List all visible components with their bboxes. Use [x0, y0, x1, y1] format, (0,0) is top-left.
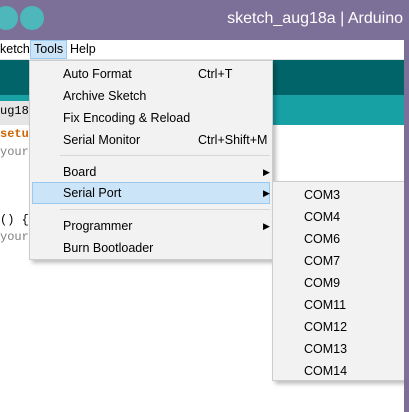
- window-border: [404, 0, 409, 412]
- menu-item-board[interactable]: Board ▶: [32, 161, 270, 183]
- menu-item-archive-sketch[interactable]: Archive Sketch: [32, 85, 270, 107]
- menu-separator: [60, 209, 270, 210]
- submenu-arrow-icon: ▶: [263, 221, 270, 231]
- menu-item-label: Auto Format: [63, 67, 132, 81]
- menu-item-auto-format[interactable]: Auto Format Ctrl+T: [32, 63, 270, 85]
- menu-item-label: Archive Sketch: [63, 89, 147, 103]
- menu-item-serial-port[interactable]: Serial Port ▶: [32, 182, 270, 204]
- code-line-3: () {: [0, 213, 29, 227]
- menu-item-label: Programmer: [63, 219, 133, 233]
- submenu-arrow-icon: ▶: [263, 167, 270, 177]
- upload-button[interactable]: [20, 6, 44, 30]
- menu-item-serial-monitor[interactable]: Serial Monitor Ctrl+Shift+M: [32, 129, 270, 151]
- port-com12[interactable]: COM12: [304, 316, 347, 338]
- port-com13[interactable]: COM13: [304, 338, 347, 360]
- menu-item-label: Fix Encoding & Reload: [63, 111, 191, 125]
- menu-sketch[interactable]: ketch: [0, 40, 30, 59]
- menu-item-shortcut: Ctrl+Shift+M: [198, 133, 268, 147]
- port-com3[interactable]: COM3: [304, 184, 340, 206]
- menu-bar: ketch Tools Help: [0, 40, 409, 60]
- serial-port-submenu: COM3 COM4 COM6 COM7 COM9 COM11 COM12 COM…: [272, 181, 407, 381]
- menu-item-label: Board: [63, 165, 97, 179]
- port-com6[interactable]: COM6: [304, 228, 340, 250]
- menu-help[interactable]: Help: [70, 40, 96, 59]
- code-line-2: your: [0, 145, 29, 159]
- submenu-arrow-icon: ▶: [263, 188, 270, 198]
- window-title: sketch_aug18a | Arduino: [227, 10, 403, 27]
- title-bar: sketch_aug18a | Arduino: [0, 0, 409, 40]
- code-line-4: your: [0, 230, 29, 244]
- port-com4[interactable]: COM4: [304, 206, 340, 228]
- port-com7[interactable]: COM7: [304, 250, 340, 272]
- menu-item-fix-encoding[interactable]: Fix Encoding & Reload: [32, 107, 270, 129]
- port-com11[interactable]: COM11: [304, 294, 346, 316]
- tools-menu: Auto Format Ctrl+T Archive Sketch Fix En…: [29, 60, 273, 260]
- menu-item-label: Serial Monitor: [63, 133, 141, 147]
- menu-separator: [60, 155, 270, 156]
- menu-item-programmer[interactable]: Programmer ▶: [32, 215, 270, 237]
- port-com14[interactable]: COM14: [304, 360, 347, 382]
- menu-item-label: Burn Bootloader: [63, 241, 154, 255]
- port-com9[interactable]: COM9: [304, 272, 340, 294]
- menu-item-label: Serial Port: [63, 186, 122, 200]
- menu-item-burn-bootloader[interactable]: Burn Bootloader: [32, 237, 270, 259]
- menu-tools[interactable]: Tools: [30, 40, 68, 59]
- menu-item-shortcut: Ctrl+T: [198, 67, 233, 81]
